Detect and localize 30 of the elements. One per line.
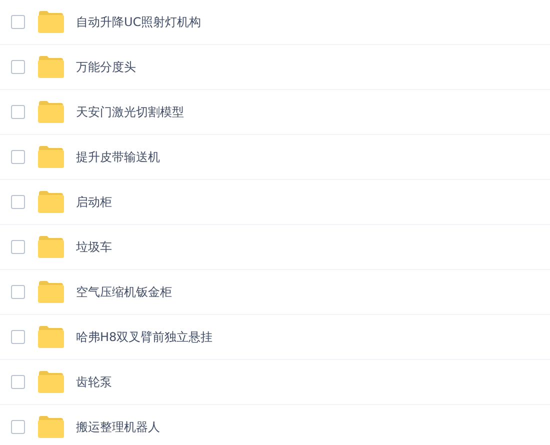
checkbox[interactable] (11, 285, 25, 299)
folder-icon (38, 146, 64, 168)
checkbox[interactable] (11, 420, 25, 434)
file-name[interactable]: 自动升降UC照射灯机构 (76, 14, 202, 30)
file-name[interactable]: 提升皮带输送机 (76, 148, 160, 166)
checkbox[interactable] (11, 330, 25, 344)
folder-icon (38, 56, 64, 78)
folder-icon (38, 281, 64, 303)
file-name[interactable]: 启动柜 (76, 194, 112, 210)
folder-icon (38, 416, 64, 438)
file-name[interactable]: 哈弗H8双叉臂前独立悬挂 (76, 328, 213, 346)
checkbox[interactable] (11, 240, 25, 254)
file-name[interactable]: 垃圾车 (76, 238, 112, 256)
file-name[interactable]: 搬运整理机器人 (76, 418, 160, 436)
file-name[interactable]: 空气压缩机钣金柜 (76, 284, 172, 300)
checkbox[interactable] (11, 195, 25, 209)
folder-icon (38, 191, 64, 213)
folder-icon (38, 101, 64, 123)
checkbox[interactable] (11, 105, 25, 119)
folder-icon (38, 236, 64, 258)
folder-icon (38, 11, 64, 33)
checkbox[interactable] (11, 150, 25, 164)
file-name[interactable]: 万能分度头 (76, 58, 136, 76)
folder-icon (38, 371, 64, 393)
file-name[interactable]: 天安门激光切割模型 (76, 104, 184, 120)
checkbox[interactable] (11, 60, 25, 74)
file-name[interactable]: 齿轮泵 (76, 374, 112, 390)
checkbox[interactable] (11, 375, 25, 389)
checkbox[interactable] (11, 15, 25, 29)
folder-icon (38, 326, 64, 348)
